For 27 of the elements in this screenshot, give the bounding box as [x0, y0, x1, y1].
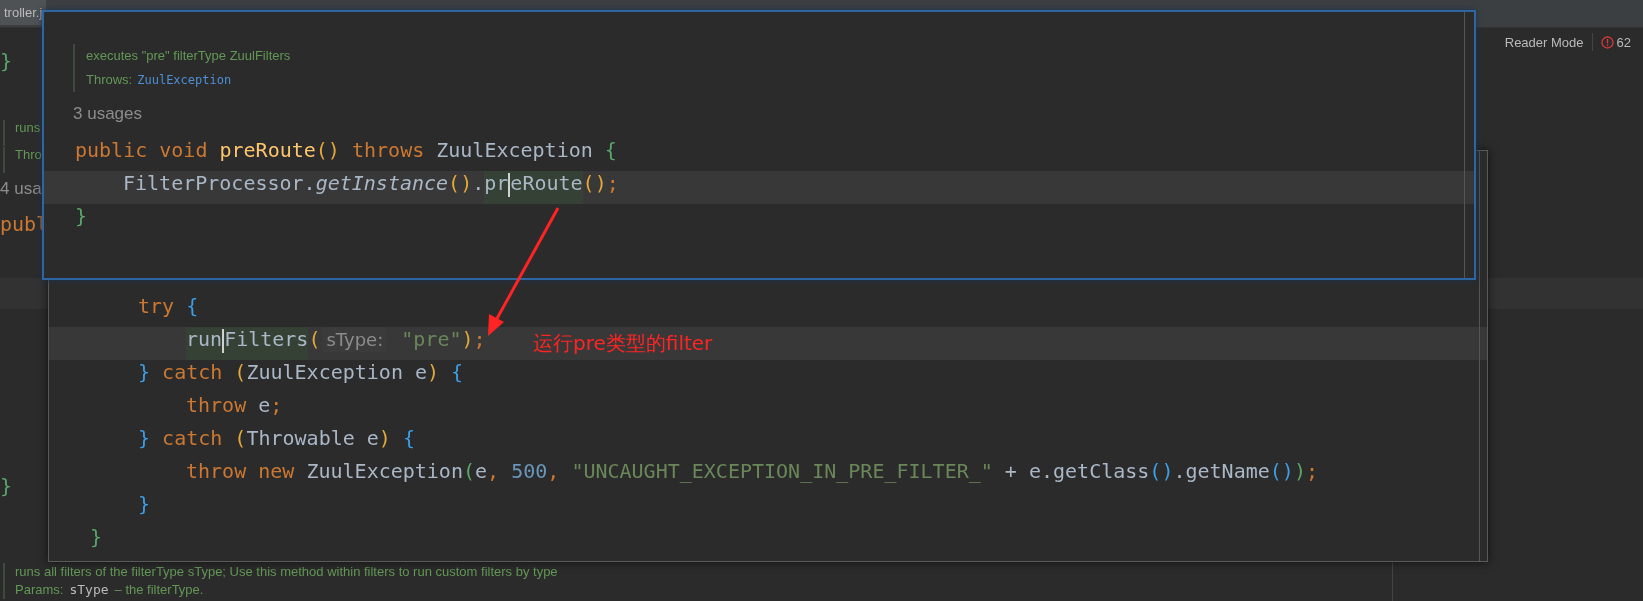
code-line: throw new ZuulException(e, 500, "UNCAUGHT_EXCEPTION_IN_PRE_FILTER_" + e.getClass().getName()); — [185, 459, 1319, 485]
reader-mode-link[interactable]: Reader Mode — [1504, 34, 1584, 50]
code-line: try { — [137, 294, 200, 320]
code-line: throw e; — [185, 393, 284, 419]
code-line: } — [74, 204, 89, 230]
code-line: } — [89, 525, 104, 551]
error-count[interactable]: 62 — [1616, 34, 1631, 50]
type-link[interactable]: ZuulException — [137, 68, 232, 92]
usages-link[interactable]: 3 usages — [73, 104, 142, 136]
usages-link[interactable]: 4 usa — [0, 179, 42, 211]
code-fragment: } — [0, 49, 13, 75]
doc-text: runs all filters of the filterType sType; Use this method within filters to run custom filters by type — [15, 563, 558, 581]
doc-label: Throws: — [86, 71, 133, 89]
doc-text: runs — [3, 120, 41, 146]
doc-text: executes "pre" filterType ZuulFilters — [86, 47, 291, 65]
code-fragment: } — [0, 474, 13, 500]
doc-label: Params: — [15, 581, 64, 599]
editor-tab[interactable]: troller.j — [0, 0, 47, 25]
code-line: public void preRoute() throws ZuulException { — [74, 138, 618, 164]
code-line: } catch (Throwable e) { — [137, 426, 416, 452]
doc-text: – the filterType. — [114, 581, 204, 599]
code-line: } — [137, 492, 152, 518]
code-fragment: publ — [0, 212, 49, 238]
param-name: sType — [69, 581, 109, 599]
error-icon[interactable] — [1600, 35, 1614, 49]
annotation-text: 运行pre类型的filter — [533, 330, 713, 357]
code-line: } catch (ZuulException e) { — [137, 360, 465, 386]
